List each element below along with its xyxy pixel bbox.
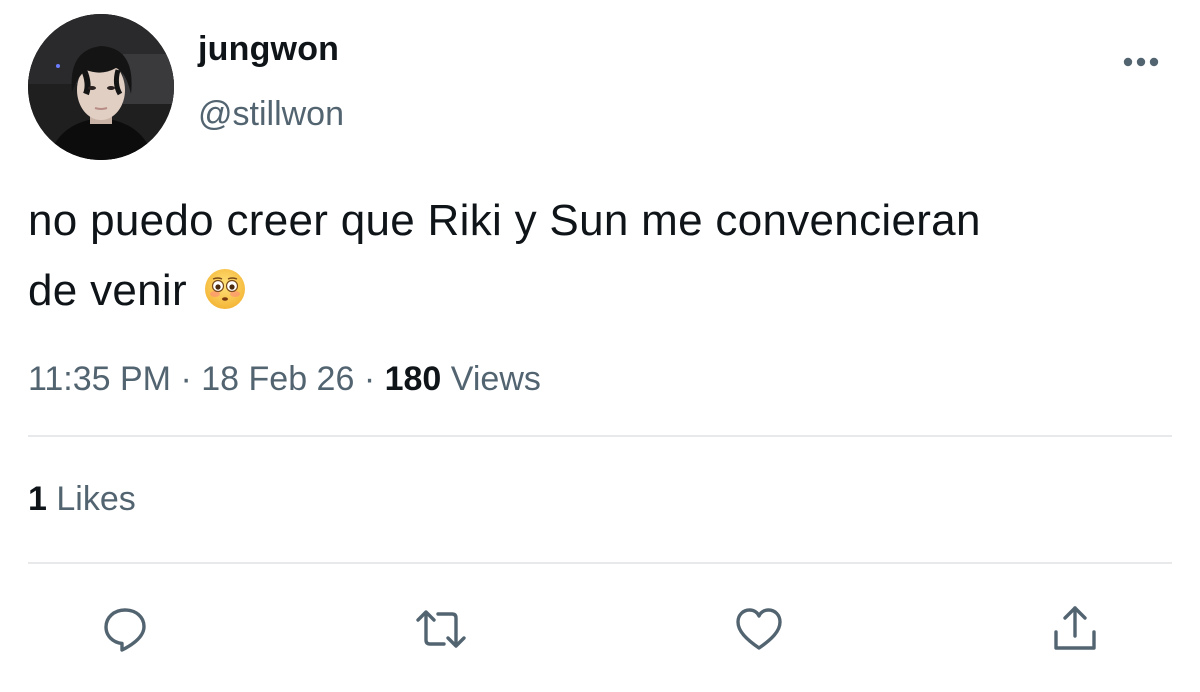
profile-photo [28, 14, 174, 160]
share-icon [1054, 606, 1096, 650]
display-name[interactable]: jungwon [198, 30, 339, 69]
user-handle[interactable]: @stillwon [198, 95, 344, 134]
likes-count: 1 [28, 480, 47, 518]
divider [28, 562, 1172, 564]
share-button[interactable] [1048, 602, 1102, 656]
tweet-text: no puedo creer que Riki y Sun me convenc… [28, 186, 1178, 326]
avatar[interactable] [28, 14, 174, 160]
tweet-meta: 11:35 PM · 18 Feb 26 · 180 Views [28, 360, 541, 399]
meta-separator: · [363, 360, 376, 398]
meta-separator: · [180, 360, 192, 398]
tweet-text-line-2: de venir [28, 266, 187, 315]
more-options-icon[interactable] [1120, 50, 1162, 74]
tweet-date[interactable]: 18 Feb 26 [201, 360, 354, 398]
flushed-face-emoji-icon [203, 262, 247, 309]
likes-label: Likes [56, 480, 136, 518]
likes-row[interactable]: 1 Likes [28, 480, 136, 519]
views-count: 180 [384, 360, 442, 398]
retweet-button[interactable] [414, 602, 468, 656]
tweet-text-line-1: no puedo creer que Riki y Sun me convenc… [28, 196, 981, 245]
heart-icon [736, 608, 782, 650]
tweet-time[interactable]: 11:35 PM [28, 360, 171, 398]
retweet-icon [416, 610, 466, 648]
views-label: Views [450, 360, 541, 398]
like-button[interactable] [732, 602, 786, 656]
reply-button[interactable] [98, 602, 152, 656]
divider [28, 435, 1172, 437]
reply-icon [104, 608, 146, 652]
